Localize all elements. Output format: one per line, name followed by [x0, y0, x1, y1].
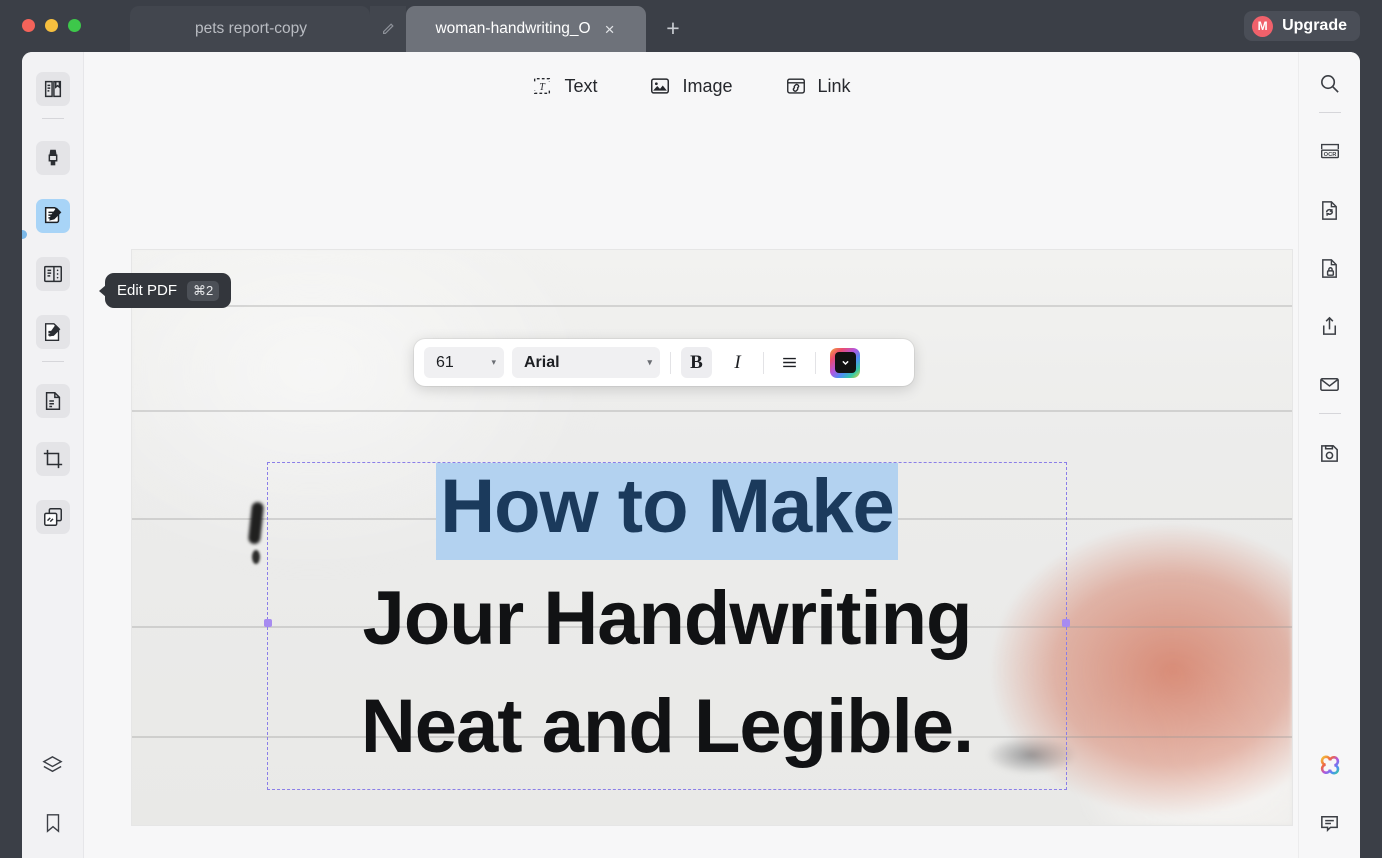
ai-clover-icon[interactable] [1313, 748, 1347, 782]
sidebar-separator-1 [41, 118, 64, 119]
tab-label: woman-handwriting_O [435, 20, 591, 37]
minimize-window-button[interactable] [45, 19, 58, 32]
toolbar-divider [763, 351, 764, 374]
add-image-button[interactable]: Image [649, 75, 733, 97]
right-separator-2 [1318, 413, 1341, 414]
share-upload-icon[interactable] [1313, 309, 1347, 343]
new-tab-button[interactable]: + [660, 17, 686, 40]
convert-document-icon[interactable] [1313, 193, 1347, 227]
add-link-label: Link [817, 75, 851, 96]
upgrade-label: Upgrade [1282, 17, 1347, 34]
add-link-button[interactable]: Link [785, 75, 851, 97]
left-toolbar [22, 52, 84, 858]
sidebar-item-compress-file[interactable] [35, 384, 70, 418]
close-icon[interactable]: × [601, 21, 619, 38]
align-button[interactable] [774, 347, 805, 378]
document-line-3[interactable]: Neat and Legible. [268, 683, 1066, 770]
wall-plank-line [132, 410, 1292, 412]
lock-document-icon[interactable] [1313, 251, 1347, 285]
link-icon [785, 75, 807, 97]
sidebar-item-reader-view[interactable] [35, 72, 70, 106]
add-text-label: Text [564, 75, 598, 96]
zoom-window-button[interactable] [68, 19, 81, 32]
text-format-toolbar: 61 ▾ Arial ▾ B I [414, 339, 914, 386]
edit-pdf-tooltip: Edit PDF ⌘2 [98, 273, 232, 308]
italic-button[interactable]: I [722, 347, 753, 378]
membership-badge: M [1252, 15, 1274, 37]
sidebar-item-markup-highlighter[interactable] [35, 141, 70, 175]
content-tools-bar: T Text Image Link [84, 52, 1298, 120]
pdf-page[interactable]: How to Make Jour Handwriting Neat and Le… [132, 250, 1292, 825]
font-size-value: 61 [436, 353, 454, 371]
sidebar-item-edit-pdf[interactable] [35, 199, 70, 233]
comment-bubble-icon[interactable] [1313, 806, 1347, 840]
close-window-button[interactable] [22, 19, 35, 32]
text-icon: T [531, 75, 553, 97]
chevron-down-icon: ▾ [491, 357, 496, 367]
font-family-select[interactable]: Arial ▾ [512, 347, 660, 378]
upgrade-button[interactable]: M Upgrade [1244, 11, 1360, 41]
envelope-icon[interactable] [1313, 367, 1347, 401]
svg-text:T: T [540, 82, 547, 93]
right-toolbar: OCR [1298, 52, 1360, 858]
ocr-icon[interactable]: OCR [1313, 135, 1347, 169]
pencil-icon [370, 6, 406, 52]
document-canvas[interactable]: How to Make Jour Handwriting Neat and Le… [84, 120, 1298, 858]
sidebar-item-fill-and-sign[interactable] [35, 315, 70, 349]
tab-bar: pets report-copy woman-handwriting_O × + [130, 6, 686, 52]
tab-pets-report-copy[interactable]: pets report-copy [130, 6, 370, 52]
window-controls [22, 19, 81, 32]
toolbar-divider [815, 351, 816, 374]
svg-text:OCR: OCR [1323, 152, 1337, 158]
application-window: pets report-copy woman-handwriting_O × +… [0, 0, 1382, 858]
title-bar: pets report-copy woman-handwriting_O × +… [0, 0, 1382, 52]
toolbar-divider [670, 351, 671, 374]
sidebar-item-duplicate-pages[interactable] [35, 500, 70, 534]
sidebar-separator-2 [41, 361, 64, 362]
tooltip-label: Edit PDF [117, 282, 178, 299]
tab-label: pets report-copy [195, 20, 307, 37]
text-color-picker[interactable] [830, 347, 860, 378]
ink-smudge [252, 550, 260, 564]
add-text-button[interactable]: T Text [531, 75, 597, 97]
text-selection-box[interactable]: How to Make Jour Handwriting Neat and Le… [264, 462, 1070, 790]
color-swatch [834, 352, 856, 373]
right-separator-1 [1318, 112, 1341, 113]
main-window: OCR T Text Image Link How to Make Jour H… [22, 52, 1360, 858]
document-line-1[interactable]: How to Make [268, 463, 1066, 561]
image-icon [649, 75, 671, 97]
chevron-down-icon: ▾ [647, 357, 652, 367]
tab-woman-handwriting[interactable]: woman-handwriting_O × [406, 6, 646, 52]
sidebar-item-bookmarks[interactable] [36, 806, 70, 840]
add-image-label: Image [682, 75, 733, 96]
font-size-select[interactable]: 61 ▾ [424, 347, 504, 378]
sidebar-item-organize-pages[interactable] [35, 257, 70, 291]
bold-button[interactable]: B [681, 347, 712, 378]
selected-text: How to Make [436, 463, 898, 561]
document-line-2[interactable]: Jour Handwriting [268, 575, 1066, 662]
sidebar-item-layers[interactable] [36, 748, 70, 782]
tooltip-shortcut: ⌘2 [187, 280, 220, 301]
search-icon[interactable] [1313, 66, 1347, 100]
font-family-value: Arial [524, 353, 560, 371]
wall-plank-line [132, 305, 1292, 307]
sidebar-item-crop-page[interactable] [35, 442, 70, 476]
floppy-save-icon[interactable] [1313, 436, 1347, 470]
